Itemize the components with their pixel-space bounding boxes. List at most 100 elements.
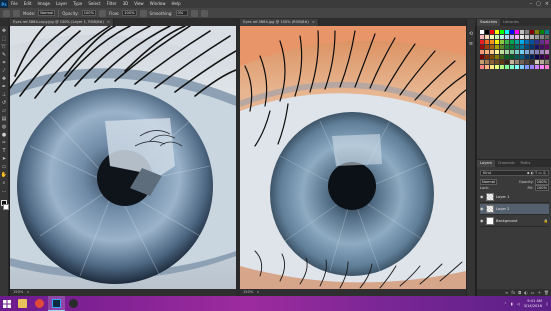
color-swatch[interactable] bbox=[485, 50, 489, 54]
color-swatch[interactable] bbox=[505, 45, 509, 49]
color-swatch[interactable] bbox=[540, 65, 544, 69]
color-swatch[interactable] bbox=[525, 55, 529, 59]
color-swatch[interactable] bbox=[530, 50, 534, 54]
color-swatch[interactable] bbox=[480, 50, 484, 54]
color-swatch[interactable] bbox=[535, 35, 539, 39]
color-swatch[interactable] bbox=[535, 30, 539, 34]
layer-row-layer-1[interactable]: ◉ Layer 1 bbox=[480, 192, 549, 203]
close-icon[interactable]: × bbox=[107, 20, 110, 24]
pen-tool-icon[interactable]: ✑ bbox=[1, 140, 7, 146]
color-swatch[interactable] bbox=[495, 35, 499, 39]
adjustment-icon[interactable]: ◐ bbox=[524, 290, 528, 295]
up-arrow-icon[interactable]: ⌃ bbox=[504, 302, 507, 306]
color-swatch[interactable] bbox=[485, 45, 489, 49]
color-swatch[interactable] bbox=[490, 35, 494, 39]
color-swatch[interactable] bbox=[535, 50, 539, 54]
menu-file[interactable]: File bbox=[8, 0, 21, 8]
color-swatch[interactable] bbox=[485, 35, 489, 39]
opacity-field[interactable]: 100% bbox=[81, 10, 96, 16]
tab-swatches[interactable]: Swatches bbox=[477, 19, 501, 26]
flow-field[interactable]: 100% bbox=[122, 10, 137, 16]
pressure-size-icon[interactable] bbox=[200, 9, 208, 17]
color-swatch[interactable] bbox=[500, 65, 504, 69]
color-swatch[interactable] bbox=[495, 60, 499, 64]
color-swatch[interactable] bbox=[500, 45, 504, 49]
color-swatch[interactable] bbox=[540, 50, 544, 54]
clock[interactable]: 9:41 AM 3/14/2016 bbox=[524, 299, 542, 308]
menu-view[interactable]: View bbox=[131, 0, 147, 8]
zoom-level[interactable]: 150% bbox=[243, 290, 253, 294]
color-swatch[interactable] bbox=[510, 45, 514, 49]
marquee-tool-icon[interactable]: ⬚ bbox=[1, 36, 7, 42]
menu-help[interactable]: Help bbox=[168, 0, 183, 8]
color-swatch[interactable] bbox=[515, 60, 519, 64]
eraser-tool-icon[interactable]: ▱ bbox=[1, 108, 7, 114]
volume-icon[interactable]: ◁ bbox=[517, 302, 520, 306]
color-swatch[interactable] bbox=[480, 35, 484, 39]
color-swatch[interactable] bbox=[505, 40, 509, 44]
color-swatch[interactable] bbox=[510, 60, 514, 64]
color-swatch[interactable] bbox=[535, 55, 539, 59]
folder-icon[interactable]: ▭ bbox=[531, 290, 535, 295]
color-swatch[interactable] bbox=[485, 55, 489, 59]
gradient-tool-icon[interactable]: ▤ bbox=[1, 116, 7, 122]
history-brush-tool-icon[interactable]: ↺ bbox=[1, 100, 7, 106]
color-swatch[interactable] bbox=[520, 35, 524, 39]
blur-tool-icon[interactable]: ◍ bbox=[1, 124, 7, 130]
gear-icon[interactable] bbox=[190, 9, 198, 17]
color-swatch[interactable] bbox=[530, 45, 534, 49]
color-swatch[interactable] bbox=[485, 65, 489, 69]
menu-3d[interactable]: 3D bbox=[120, 0, 132, 8]
color-swatch[interactable] bbox=[535, 60, 539, 64]
eye-icon[interactable]: ◉ bbox=[480, 195, 484, 199]
menu-type[interactable]: Type bbox=[70, 0, 85, 8]
notifications-icon[interactable]: ▯ bbox=[546, 302, 548, 306]
menu-image[interactable]: Image bbox=[34, 0, 53, 8]
color-swatch[interactable] bbox=[510, 35, 514, 39]
color-swatch[interactable] bbox=[505, 35, 509, 39]
eyedropper-tool-icon[interactable]: ⁄ bbox=[1, 68, 7, 74]
color-swatch[interactable] bbox=[500, 60, 504, 64]
color-swatch[interactable] bbox=[515, 30, 519, 34]
color-swatch[interactable] bbox=[530, 40, 534, 44]
layer-filter[interactable]: Kind ▪ ◐ T ▭ ◎ bbox=[480, 170, 549, 176]
color-swatch[interactable] bbox=[510, 65, 514, 69]
color-swatch[interactable] bbox=[505, 60, 509, 64]
menu-filter[interactable]: Filter bbox=[104, 0, 120, 8]
healing-tool-icon[interactable]: ✚ bbox=[1, 76, 7, 82]
color-swatch[interactable] bbox=[540, 55, 544, 59]
color-swatch[interactable] bbox=[530, 55, 534, 59]
color-swatch[interactable] bbox=[480, 40, 484, 44]
menu-edit[interactable]: Edit bbox=[21, 0, 35, 8]
maximize-icon[interactable]: ▢ bbox=[536, 1, 541, 7]
color-swatch[interactable] bbox=[500, 50, 504, 54]
color-swatch[interactable] bbox=[490, 40, 494, 44]
color-swatch[interactable] bbox=[500, 40, 504, 44]
document-canvas-reference[interactable] bbox=[240, 26, 466, 289]
tab-channels[interactable]: Channels bbox=[495, 160, 518, 167]
history-panel-icon[interactable]: ⟲ bbox=[468, 31, 474, 37]
color-swatch[interactable] bbox=[540, 45, 544, 49]
start-button[interactable] bbox=[0, 296, 14, 311]
shape-tool-icon[interactable]: ▭ bbox=[1, 164, 7, 170]
color-swatch[interactable] bbox=[500, 55, 504, 59]
dodge-tool-icon[interactable]: ● bbox=[1, 132, 7, 138]
tab-libraries[interactable]: Libraries bbox=[500, 19, 522, 26]
color-swatch[interactable] bbox=[495, 50, 499, 54]
menu-window[interactable]: Window bbox=[147, 0, 169, 8]
color-swatch[interactable] bbox=[535, 40, 539, 44]
color-swatch[interactable] bbox=[500, 35, 504, 39]
color-swatch[interactable] bbox=[490, 50, 494, 54]
color-swatch[interactable] bbox=[530, 30, 534, 34]
close-icon[interactable]: × bbox=[312, 20, 315, 24]
network-icon[interactable]: ▮ bbox=[511, 302, 513, 306]
status-arrow-icon[interactable]: ▸ bbox=[27, 290, 29, 294]
mode-select[interactable]: Normal bbox=[38, 10, 56, 16]
color-swatch[interactable] bbox=[500, 30, 504, 34]
tab-document-left[interactable]: Eyes ref-5864-copy.jpg @ 150% (Layer 1, … bbox=[10, 19, 114, 26]
color-swatch[interactable] bbox=[520, 45, 524, 49]
color-swatch[interactable] bbox=[545, 60, 549, 64]
color-swatch[interactable] bbox=[490, 55, 494, 59]
tab-layers[interactable]: Layers bbox=[477, 160, 495, 167]
color-swatch[interactable] bbox=[525, 30, 529, 34]
